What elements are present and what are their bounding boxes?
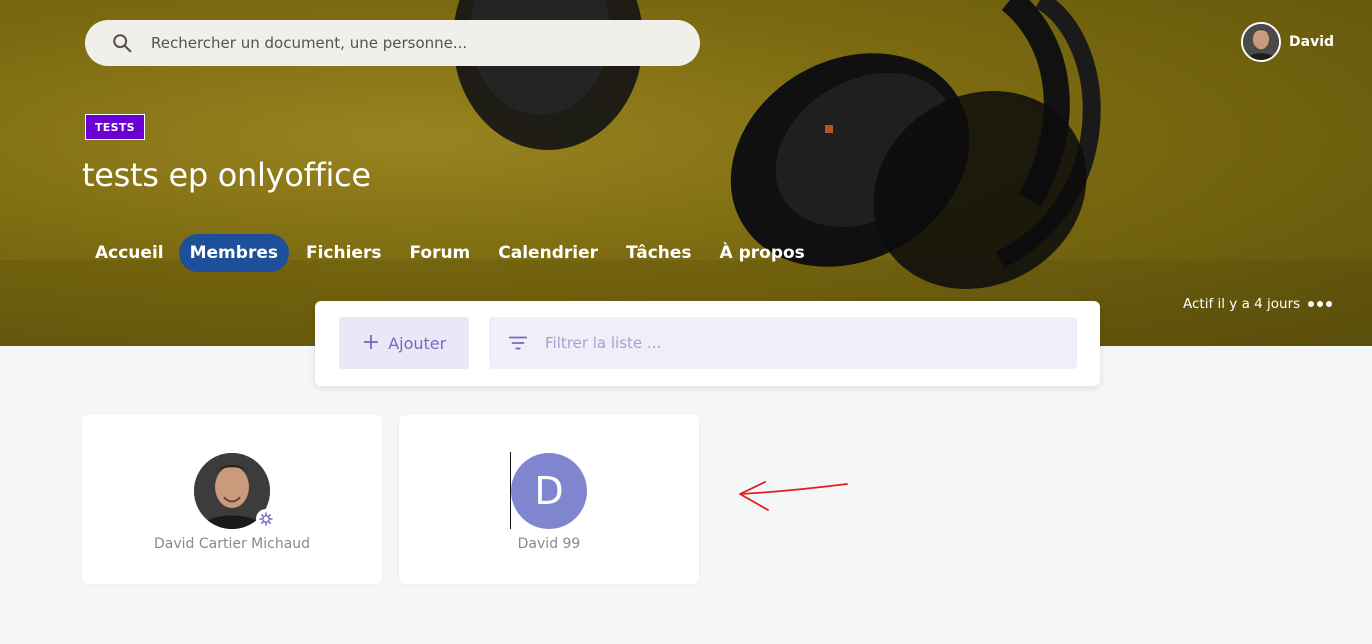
more-options-icon[interactable]: [1308, 301, 1335, 307]
activity-status: Actif il y a 4 jours: [1183, 296, 1335, 312]
space-title: tests ep onlyoffice: [82, 156, 371, 194]
user-avatar[interactable]: [1241, 22, 1281, 62]
tab-membres[interactable]: Membres: [178, 234, 289, 272]
filter-input[interactable]: [545, 334, 1045, 352]
tab-taches[interactable]: Tâches: [613, 234, 705, 272]
space-tabs: Accueil Membres Fichiers Forum Calendrie…: [82, 234, 820, 272]
space-banner: David TESTS tests ep onlyoffice Accueil …: [0, 0, 1372, 346]
tab-forum[interactable]: Forum: [396, 234, 483, 272]
member-card[interactable]: David Cartier Michaud: [82, 415, 382, 584]
member-name[interactable]: David 99: [399, 536, 699, 552]
global-search-bar[interactable]: [85, 20, 700, 66]
tab-calendrier[interactable]: Calendrier: [485, 234, 611, 272]
members-toolbar: + Ajouter: [315, 301, 1100, 386]
search-icon: [113, 34, 132, 53]
add-member-button[interactable]: + Ajouter: [339, 317, 469, 369]
member-name[interactable]: David Cartier Michaud: [82, 536, 382, 552]
annotation-arrow: [739, 481, 848, 511]
tab-a-propos[interactable]: À propos: [707, 234, 818, 272]
activity-text: Actif il y a 4 jours: [1183, 296, 1301, 312]
member-avatar-wrap: D: [511, 453, 587, 529]
tab-accueil[interactable]: Accueil: [82, 234, 177, 272]
filter-field[interactable]: [489, 317, 1077, 369]
add-button-label: Ajouter: [388, 333, 447, 353]
search-input[interactable]: [151, 34, 671, 52]
user-name[interactable]: David: [1289, 34, 1334, 50]
member-avatar-wrap: [194, 453, 276, 529]
user-menu[interactable]: David: [1241, 22, 1334, 62]
tab-fichiers[interactable]: Fichiers: [293, 234, 394, 272]
member-avatar[interactable]: D: [511, 453, 587, 529]
space-tag-badge[interactable]: TESTS: [85, 114, 145, 140]
gear-icon: [256, 509, 276, 529]
filter-icon: [508, 336, 528, 350]
member-card[interactable]: D David 99: [399, 415, 699, 584]
plus-icon: +: [361, 330, 381, 355]
